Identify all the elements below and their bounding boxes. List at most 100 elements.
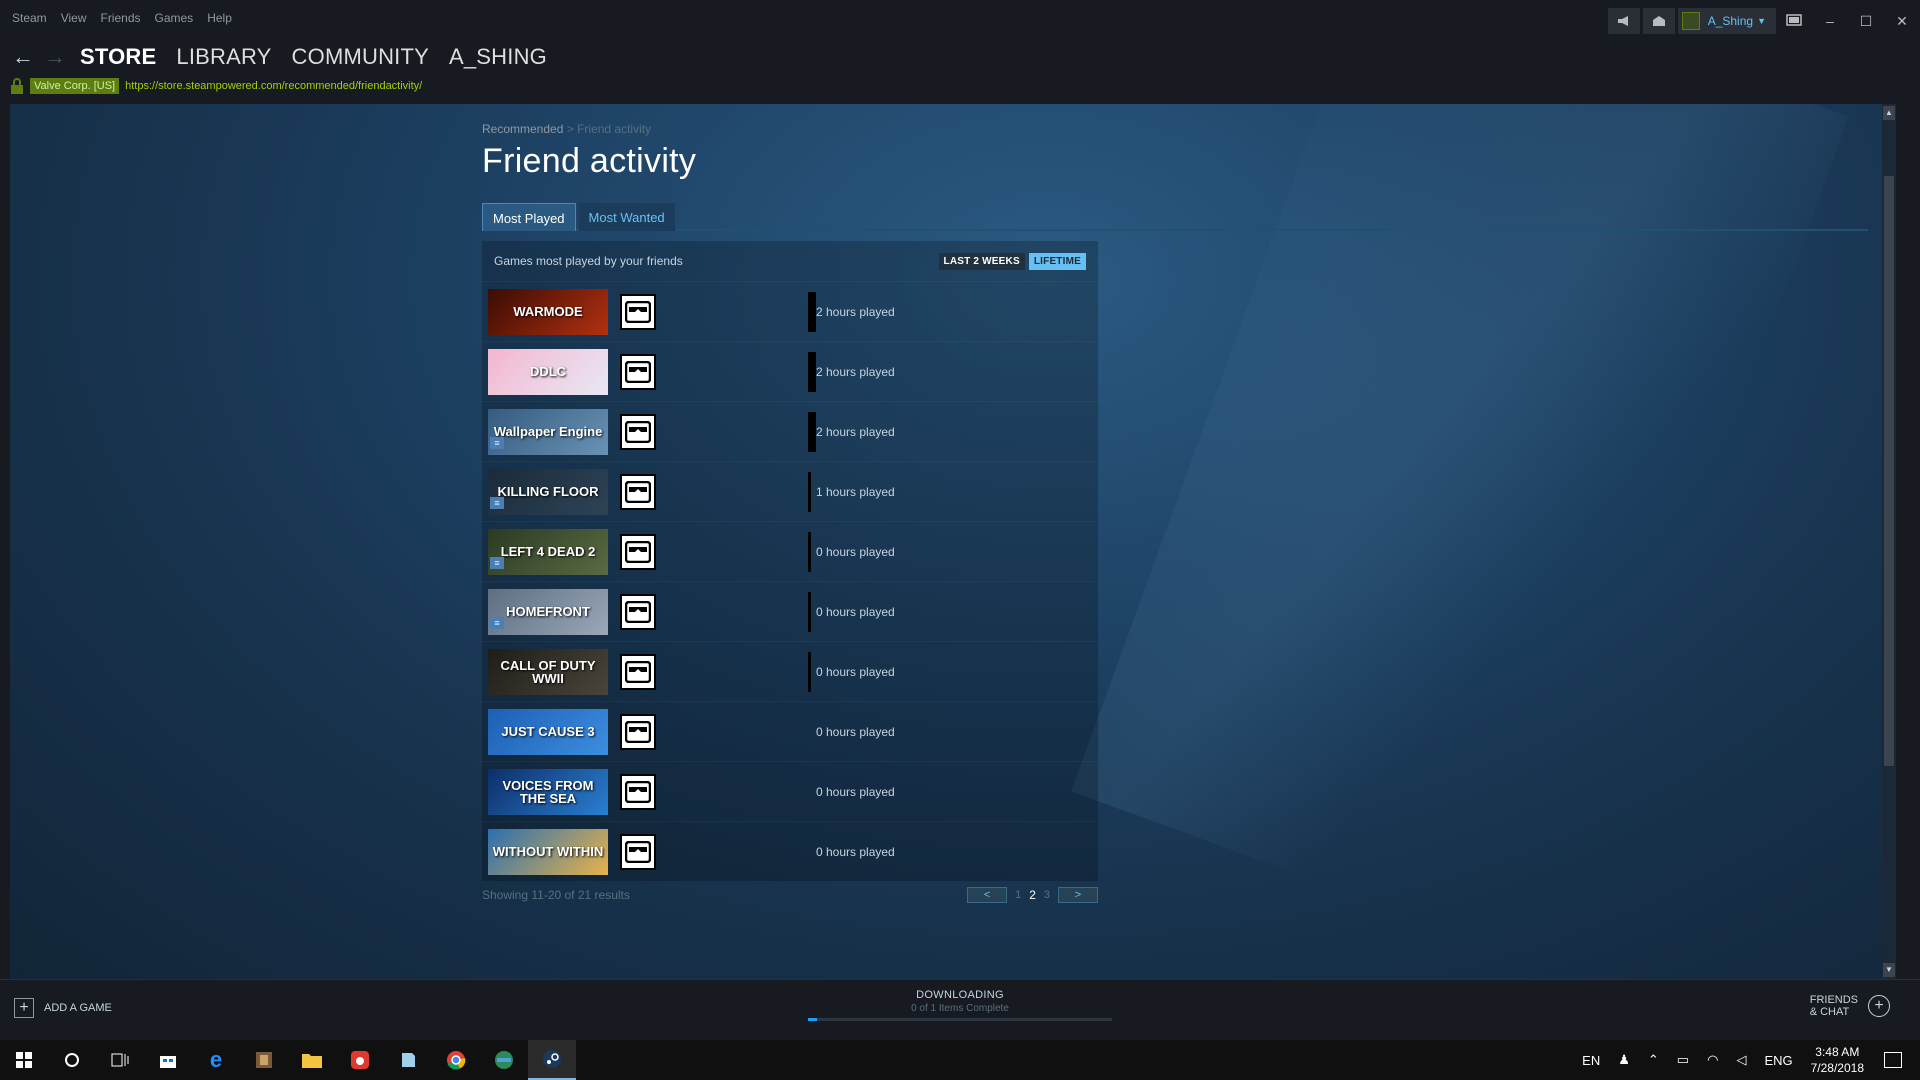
game-row[interactable]: LEFT 4 DEAD 2 ≡ 0 hours played [482,521,1098,581]
nav-library[interactable]: LIBRARY [176,44,271,70]
chevron-up-icon[interactable]: ⌃ [1648,1052,1659,1068]
scroll-up-icon[interactable]: ▲ [1883,106,1895,120]
game-row[interactable]: JUST CAUSE 3 0 hours played [482,701,1098,761]
downloads-status[interactable]: DOWNLOADING 0 of 1 Items Complete [808,989,1112,1021]
input-language[interactable]: EN [1582,1053,1600,1068]
menu-steam[interactable]: Steam [12,11,47,25]
scrollbar[interactable]: ▲ ▼ [1882,104,1896,979]
action-center-icon[interactable] [1884,1052,1902,1068]
game-capsule[interactable]: DDLC [488,348,608,395]
hours-played: 0 hours played [816,545,895,559]
nav-store[interactable]: STORE [80,44,156,70]
file-explorer-icon[interactable] [288,1040,336,1080]
scroll-thumb[interactable] [1884,176,1894,766]
big-picture-icon[interactable] [1776,13,1812,29]
game-capsule[interactable]: VOICES FROM THE SEA [488,768,608,815]
notes-app-icon[interactable] [384,1040,432,1080]
prev-page-button[interactable]: < [967,887,1008,903]
friend-avatar[interactable] [620,533,656,570]
friend-avatar[interactable] [620,473,656,510]
user-avatar [1681,12,1700,30]
toggle-last-2-weeks[interactable]: LAST 2 WEEKS [938,252,1025,270]
game-row[interactable]: Wallpaper Engine ≡ 2 hours played [482,401,1098,461]
account-name: A_Shing [1707,14,1754,28]
clock[interactable]: 3:48 AM 7/28/2018 [1811,1044,1864,1076]
game-capsule[interactable]: JUST CAUSE 3 [488,708,608,755]
game-capsule[interactable]: LEFT 4 DEAD 2 ≡ [488,528,608,575]
nav-community[interactable]: COMMUNITY [292,44,429,70]
friend-face-icon [625,540,651,563]
tab-most-wanted[interactable]: Most Wanted [578,203,675,231]
game-capsule[interactable]: HOMEFRONT ≡ [488,588,608,635]
game-title: LEFT 4 DEAD 2 [500,544,596,559]
main-nav: STORE LIBRARY COMMUNITY A_SHING [80,44,567,70]
game-capsule[interactable]: CALL OF DUTY WWII [488,648,608,695]
game-row[interactable]: KILLING FLOOR ≡ 1 hours played [482,461,1098,521]
menu-help[interactable]: Help [207,11,232,25]
menu-games[interactable]: Games [155,11,194,25]
maximize-icon[interactable]: ☐ [1848,13,1884,30]
friend-avatar[interactable] [620,713,656,750]
close-icon[interactable]: ✕ [1884,13,1920,30]
tab-most-played[interactable]: Most Played [482,203,576,231]
game-row[interactable]: DDLC 2 hours played [482,341,1098,401]
page-3-link[interactable]: 3 [1044,889,1050,901]
breadcrumb-current[interactable]: Friend activity [577,122,651,136]
store-app-icon[interactable] [144,1040,192,1080]
keyboard-layout[interactable]: ENG [1764,1053,1792,1068]
page-url[interactable]: https://store.steampowered.com/recommend… [125,80,422,92]
volume-icon[interactable]: ◁ [1736,1052,1746,1068]
menu-friends[interactable]: Friends [100,11,140,25]
friend-avatar[interactable] [620,293,656,330]
game-capsule[interactable]: WARMODE [488,288,608,335]
windows-start-icon[interactable] [0,1040,48,1080]
minimize-icon[interactable]: – [1812,13,1848,29]
friend-activity-page: Recommended > Friend activity Friend act… [482,104,1868,903]
steam-app-icon[interactable] [528,1040,576,1080]
back-arrow-icon[interactable]: ← [12,44,34,70]
menu-view[interactable]: View [61,11,87,25]
notifications-icon[interactable] [1642,8,1675,34]
account-menu[interactable]: A_Shing ▼ [1677,8,1776,34]
friend-avatar[interactable] [620,413,656,450]
friend-avatar[interactable] [620,593,656,630]
friend-avatar[interactable] [620,653,656,690]
friend-avatar[interactable] [620,773,656,810]
store-content: Recommended > Friend activity Friend act… [10,104,1896,979]
friend-avatar[interactable] [620,833,656,870]
windows-taskbar: e EN ♟ ⌃ ▭ ◠ ◁ ENG 3:48 AM 7/28/2018 [0,1040,1920,1080]
friends-chat-button[interactable]: FRIENDS & CHAT + [1810,994,1890,1018]
cortana-search-icon[interactable] [48,1040,96,1080]
scroll-down-icon[interactable]: ▼ [1883,963,1895,977]
wifi-icon[interactable]: ◠ [1707,1052,1718,1068]
toggle-lifetime[interactable]: LIFETIME [1028,252,1086,270]
media-app-icon[interactable] [336,1040,384,1080]
friends-label: FRIENDS [1809,994,1858,1006]
game-capsule[interactable]: KILLING FLOOR ≡ [488,468,608,515]
broadcast-icon[interactable] [1607,8,1640,34]
game-row[interactable]: WITHOUT WITHIN 0 hours played [482,821,1098,881]
chrome-icon[interactable] [432,1040,480,1080]
map-app-icon[interactable] [480,1040,528,1080]
game-capsule[interactable]: Wallpaper Engine ≡ [488,408,608,455]
page-1-link[interactable]: 1 [1015,889,1021,901]
forward-arrow-icon[interactable]: → [44,44,66,70]
game-row[interactable]: CALL OF DUTY WWII 0 hours played [482,641,1098,701]
add-game-button[interactable]: + ADD A GAME [14,998,112,1018]
breadcrumb-recommended[interactable]: Recommended [482,122,563,136]
steam-bottom-bar: + ADD A GAME DOWNLOADING 0 of 1 Items Co… [0,979,1920,1039]
friend-avatar[interactable] [620,353,656,390]
task-view-icon[interactable] [96,1040,144,1080]
battery-icon[interactable]: ▭ [1677,1052,1689,1068]
edge-browser-icon[interactable]: e [192,1040,240,1080]
game-row[interactable]: HOMEFRONT ≡ 0 hours played [482,581,1098,641]
game-row[interactable]: WARMODE 2 hours played [482,281,1098,341]
game-capsule[interactable]: WITHOUT WITHIN [488,828,608,875]
downloading-label: DOWNLOADING [916,989,1004,1001]
app-icon[interactable] [240,1040,288,1080]
next-page-button[interactable]: > [1058,887,1098,903]
breadcrumb: Recommended > Friend activity [482,122,1112,136]
game-row[interactable]: VOICES FROM THE SEA 0 hours played [482,761,1098,821]
nav-profile[interactable]: A_SHING [449,44,547,70]
people-icon[interactable]: ♟ [1618,1052,1630,1068]
